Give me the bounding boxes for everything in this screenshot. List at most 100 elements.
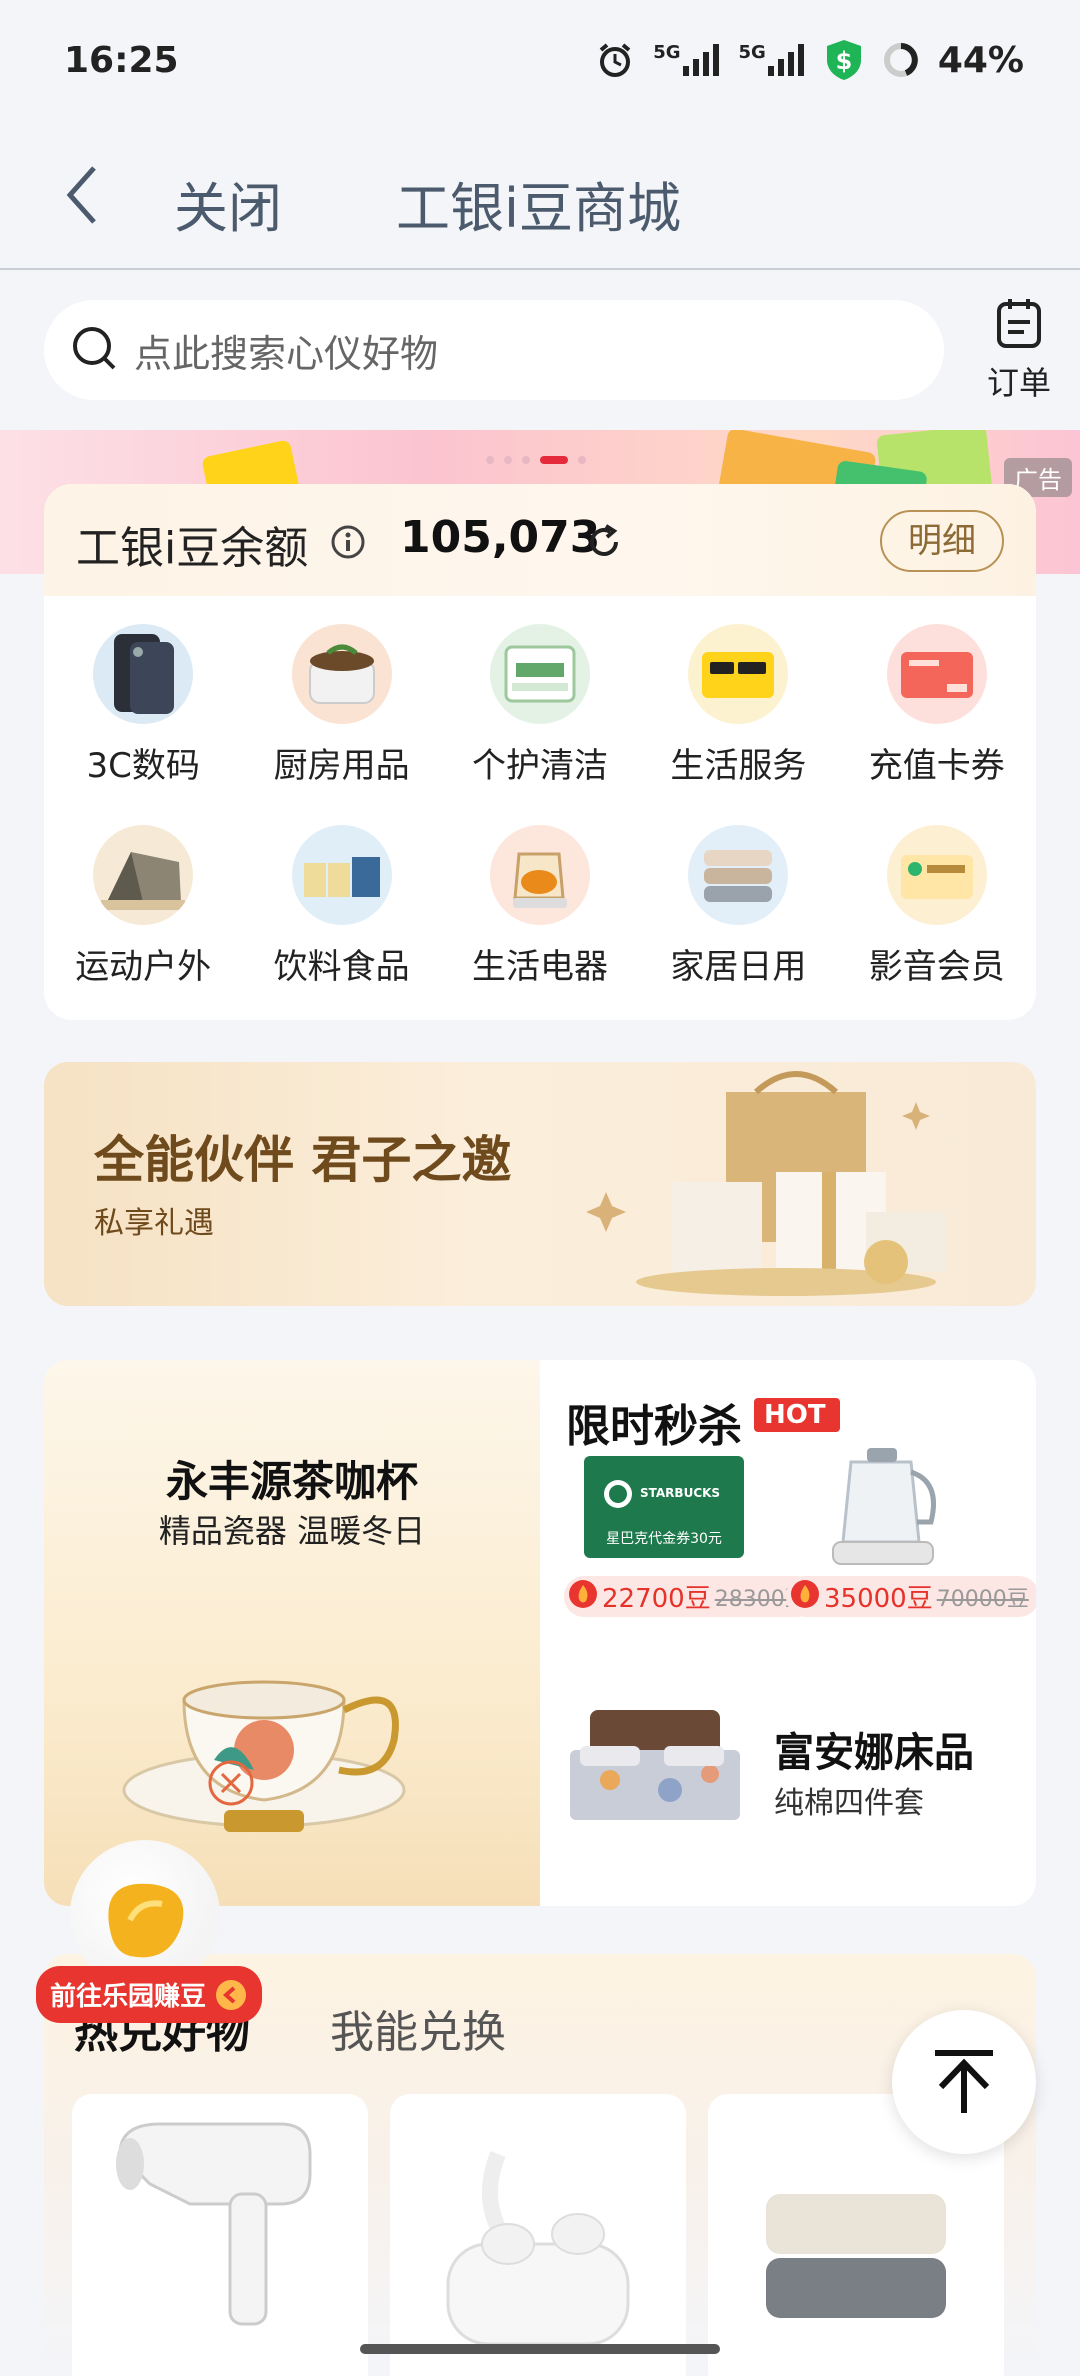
promo-subtitle: 私享礼遇 [94,1206,214,1241]
category-item[interactable]: 厨房用品 [242,624,440,787]
category-label: 影音会员 [868,947,1005,987]
earn-beans-button[interactable]: 前往乐园赚豆 [36,1966,263,2023]
vip-icon [886,825,987,925]
teacup-title: 永丰源茶咖杯 [165,1457,418,1506]
kettle-icon [489,825,590,925]
back-to-top-button[interactable] [892,2010,1036,2154]
hot-badge: HOT [754,1398,840,1432]
category-label: 生活服务 [670,746,807,786]
promo-title: 全能伙伴 君子之邀 [94,1131,512,1189]
towel-icon [688,825,789,925]
battery-ring-icon [882,41,920,79]
flash-item-starbucks[interactable]: STARBUCKS 星巴克代金券30元 22700豆 28300豆 [564,1456,817,1617]
balance-label: 工银i豆余额 [76,523,309,574]
starbucks-brand: STARBUCKS [640,1486,721,1500]
category-grid: 3C数码 厨房用品 个护清洁 生活服务 充值卡券 运动户外 饮料食品 生活电器 … [44,624,1036,988]
price-tag: 35000豆 70000豆 [786,1576,1036,1617]
product-card[interactable] [72,2094,368,2376]
category-item[interactable]: 个护清洁 [441,624,639,787]
phone-icon [93,624,194,724]
current-price: 22700豆 [602,1584,711,1614]
feature-section: 永丰源茶咖杯 精品瓷器 温暖冬日 限时秒杀 HOT STARBUCKS 星巴克代… [44,1360,1036,1906]
category-item[interactable]: 饮料食品 [242,825,440,988]
refresh-icon[interactable] [584,522,624,562]
close-circle-icon[interactable] [206,1758,256,1808]
teacup-promo-card[interactable]: 永丰源茶咖杯 精品瓷器 温暖冬日 [44,1360,540,1906]
tent-icon [93,825,194,925]
coupon-icon [886,624,987,724]
category-item[interactable]: 家居日用 [639,825,837,988]
bedding-title: 富安娜床品 [774,1730,974,1776]
search-input[interactable]: 点此搜索心仪好物 [44,300,944,400]
clipboard-icon [994,299,1044,354]
pagination-dot [578,456,586,464]
flash-item-kettle[interactable]: 35000豆 70000豆 [786,1442,1036,1617]
pagination-dot [522,456,530,464]
bedding-image[interactable] [560,1710,750,1840]
category-label: 厨房用品 [273,746,410,786]
battery-level: 44% [937,39,1024,81]
shield-dollar-icon: $ [824,38,864,82]
banner-pagination [486,456,586,464]
category-label: 饮料食品 [273,947,410,987]
search-placeholder: 点此搜索心仪好物 [134,331,439,376]
close-button[interactable]: 关闭 [174,164,282,243]
starbucks-logo-icon [604,1480,632,1508]
earbuds-image [446,2151,630,2346]
info-icon[interactable] [330,524,366,560]
category-item[interactable]: 3C数码 [44,624,242,787]
category-label: 运动户外 [75,947,212,987]
starbucks-card-image: STARBUCKS 星巴克代金券30元 [584,1456,744,1558]
orders-label: 订单 [986,364,1051,402]
bedding-subtitle: 纯棉四件套 [774,1786,924,1821]
back-icon[interactable] [58,160,108,230]
meituan-icon [688,624,789,724]
category-label: 充值卡券 [868,746,1005,786]
promo-banner[interactable]: 全能伙伴 君子之邀 私享礼遇 [44,1062,1036,1306]
original-price: 70000豆 [936,1586,1029,1612]
category-item[interactable]: 生活电器 [441,825,639,988]
kettle-image [832,1448,936,1565]
page-title: 工银i豆商城 [396,177,682,240]
arrow-up-icon [935,2050,993,2113]
pagination-dot-active [540,456,568,464]
fire-icon [790,1579,820,1615]
category-item[interactable]: 充值卡券 [838,624,1036,787]
top-nav-bar: 关闭 工银i豆商城 [0,120,1080,270]
category-label: 家居日用 [670,947,807,987]
category-label: 个护清洁 [471,746,608,786]
detail-button[interactable]: 明细 [880,510,1004,572]
balance-header: 工银i豆余额 105,073 明细 [44,484,1036,596]
tissue-icon [489,624,590,724]
category-item[interactable]: 影音会员 [838,825,1036,988]
fire-icon [568,1579,598,1615]
arrow-left-circle-icon [216,1979,247,2010]
price-tag: 22700豆 28300豆 [564,1576,817,1617]
signal-icon-1: 5G [653,42,720,78]
tab-can-exchange[interactable]: 我能兑换 [330,1996,506,2060]
orders-button[interactable]: 订单 [978,296,1060,404]
signal-icon-2: 5G [739,42,806,78]
current-price: 35000豆 [824,1584,933,1614]
home-indicator[interactable] [360,2344,720,2354]
network-type-2: 5G [738,42,766,63]
network-type-1: 5G [653,42,681,63]
teacup-subtitle: 精品瓷器 温暖冬日 [158,1512,426,1550]
category-item[interactable]: 运动户外 [44,825,242,988]
balance-card: 工银i豆余额 105,073 明细 3C数码 厨房用品 个护清洁 生活服务 充值… [44,484,1036,1020]
hair-dryer-image [116,2122,312,2326]
category-label: 生活电器 [471,947,608,987]
drinks-icon [291,825,392,925]
product-card[interactable] [390,2094,686,2376]
flash-sale-title: 限时秒杀 [566,1401,742,1452]
towels-image [766,2194,946,2318]
balance-value: 105,073 [400,512,601,563]
pagination-dot [486,456,494,464]
pagination-dot [504,456,512,464]
status-bar: 16:25 5G 5G $ 44% [0,0,1080,120]
starbucks-card-text: 星巴克代金券30元 [606,1531,722,1547]
svg-text:$: $ [835,47,852,75]
status-time: 16:25 [64,40,179,81]
search-icon [70,324,118,376]
category-item[interactable]: 生活服务 [639,624,837,787]
